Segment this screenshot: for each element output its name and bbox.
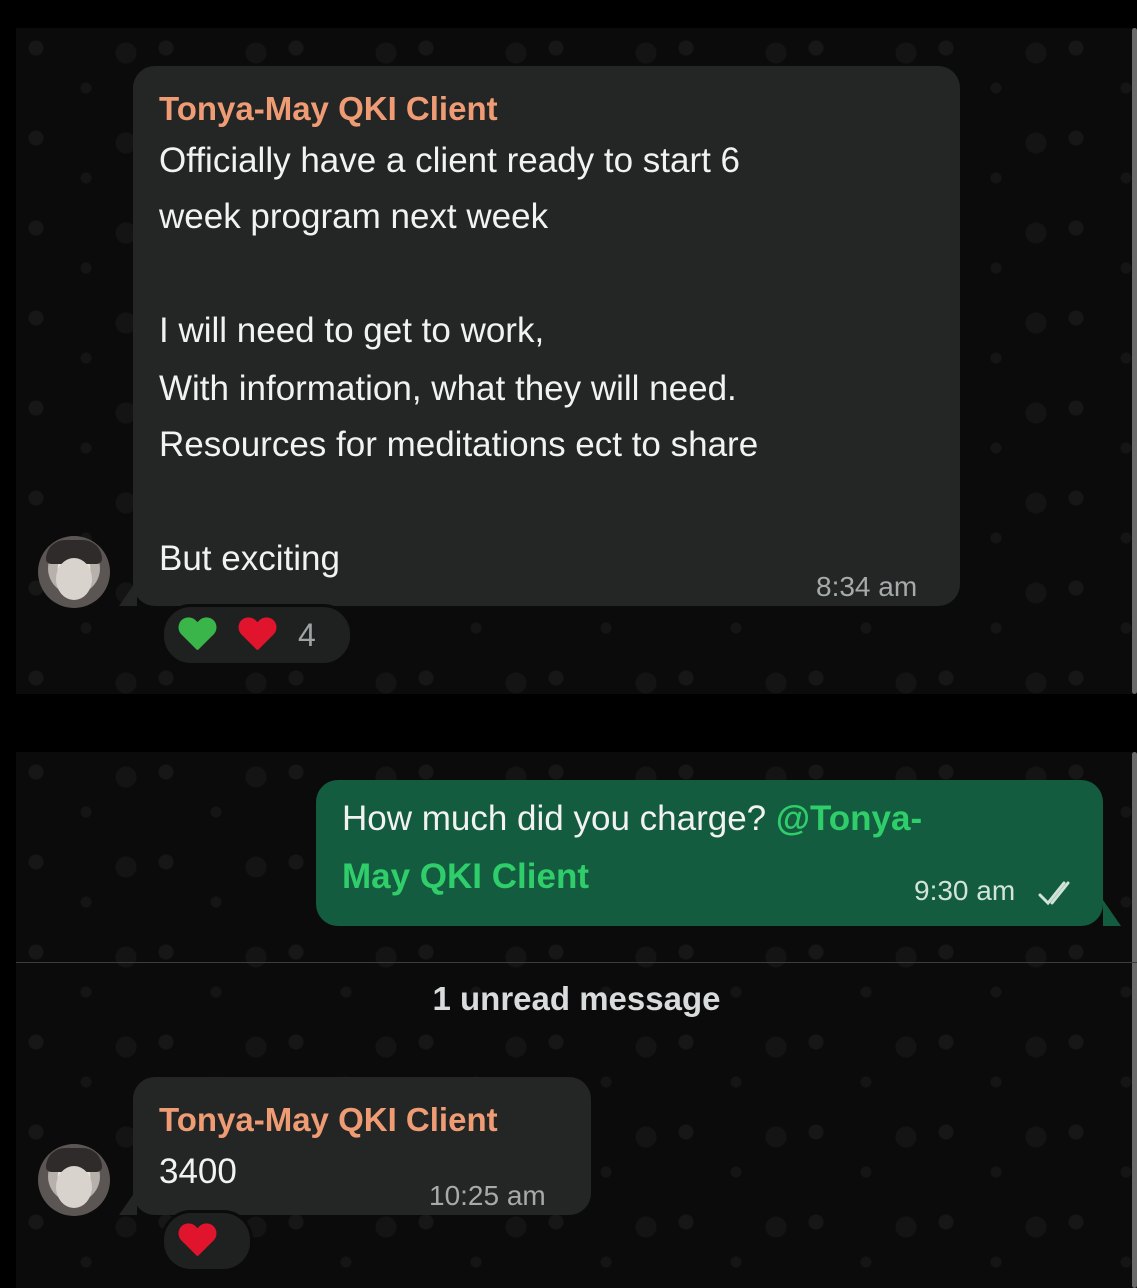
unread-divider-line [16,962,1137,963]
bubble-tail [1103,900,1121,926]
message-bubble-outgoing[interactable]: How much did you charge? @Tonya- May QKI… [316,780,1103,926]
chat-panel-top: Tonya-May QKI Client Officially have a c… [16,28,1137,694]
green-heart-icon [178,618,216,652]
reactions-pill[interactable] [161,1210,253,1272]
message-text-line: I will need to get to work, [159,311,545,350]
read-double-check-icon [1038,881,1070,906]
avatar[interactable] [38,1144,110,1216]
reactions-pill[interactable]: 4 [161,604,353,666]
message-text-line: week program next week [159,197,549,236]
message-text-line: Resources for meditations ect to share [159,425,759,464]
message-text-line: Officially have a client ready to start … [159,141,741,180]
message-timestamp: 10:25 am [429,1180,546,1211]
bubble-tail [119,1189,137,1215]
message-bubble-incoming[interactable]: Tonya-May QKI Client Officially have a c… [133,66,960,606]
message-text: How much did you charge? [342,799,767,838]
avatar[interactable] [38,536,110,608]
message-text-line: But exciting [159,539,340,578]
sender-name[interactable]: Tonya-May QKI Client [159,80,498,137]
mention-link[interactable]: @Tonya- [776,799,922,838]
avatar-face [56,558,92,600]
unread-messages-label: 1 unread message [432,980,721,1017]
chat-panel-bottom: How much did you charge? @Tonya- May QKI… [16,752,1137,1288]
message-text-line: How much did you charge? @Tonya- [342,790,922,847]
mention-link[interactable]: May QKI Client [342,848,589,905]
message-bubble-incoming[interactable]: Tonya-May QKI Client 3400 10:25 am [133,1077,591,1215]
bubble-tail [119,580,137,606]
message-text: 3400 [159,1152,237,1191]
sender-name[interactable]: Tonya-May QKI Client [159,1091,498,1148]
message-timestamp: 8:34 am [816,571,918,602]
scrollbar[interactable] [1132,752,1137,1288]
red-heart-icon [238,618,276,652]
reaction-count: 4 [298,616,316,653]
red-heart-icon [178,1224,216,1258]
avatar-face [56,1166,92,1208]
scrollbar[interactable] [1132,28,1137,694]
message-timestamp: 9:30 am [914,875,1016,906]
message-text-line: With information, what they will need. [159,369,737,408]
